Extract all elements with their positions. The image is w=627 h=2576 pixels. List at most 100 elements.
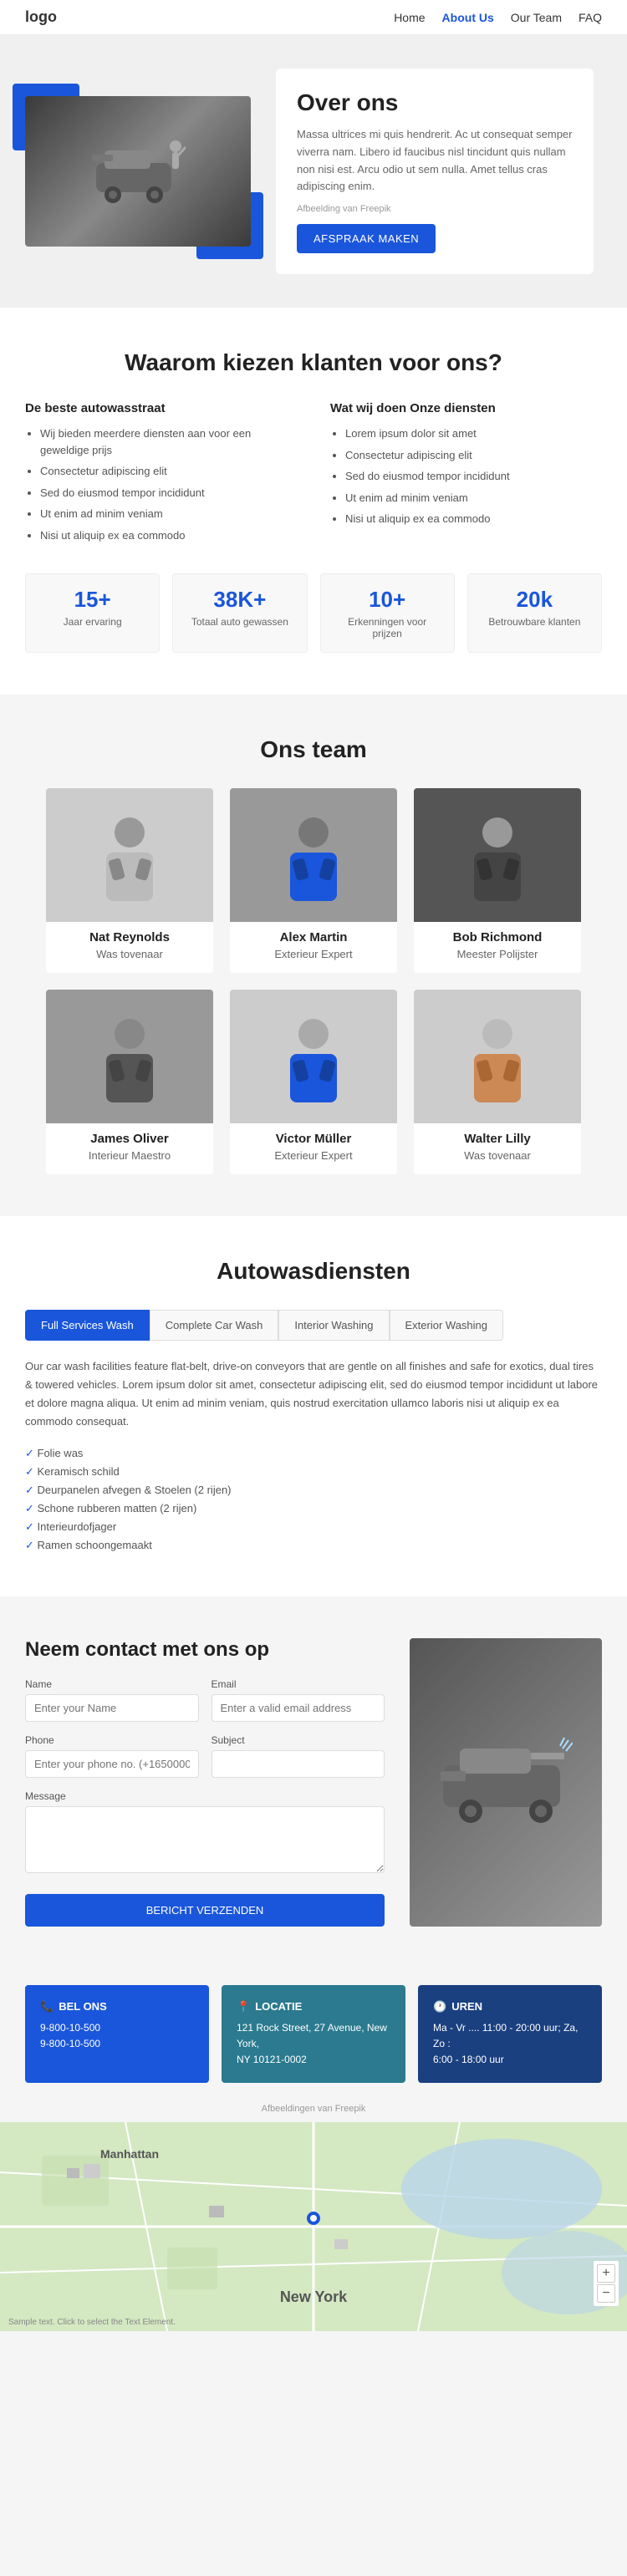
info-box-phone-title: 📞 BEL ONS: [40, 2000, 194, 2013]
contact-title: Neem contact met ons op: [25, 1638, 385, 1662]
message-textarea[interactable]: [25, 1806, 385, 1873]
list-item: Wij bieden meerdere diensten aan voor ee…: [40, 425, 297, 458]
team-member-role: Exterieur Expert: [230, 1149, 397, 1162]
why-col2-title: Wat wij doen Onze diensten: [330, 401, 602, 415]
phone-input[interactable]: [25, 1750, 199, 1778]
team-member-role: Exterieur Expert: [230, 948, 397, 960]
list-item: Ut enim ad minim veniam: [345, 490, 602, 507]
info-box-location-text: 121 Rock Street, 27 Avenue, New York, NY…: [237, 2020, 390, 2069]
team-member-role: Was tovenaar: [46, 948, 213, 960]
list-item: Consectetur adipiscing elit: [40, 463, 297, 480]
team-member-name: Alex Martin: [230, 930, 397, 944]
why-section: Waarom kiezen klanten voor ons? De beste…: [0, 308, 627, 695]
why-col1-list: Wij bieden meerdere diensten aan voor ee…: [25, 425, 297, 543]
services-title: Autowasdiensten: [25, 1258, 602, 1285]
team-member-name: Victor Müller: [230, 1132, 397, 1146]
hero-image-inner: [25, 96, 251, 247]
clock-icon: 🕐: [433, 2000, 446, 2013]
team-card-walter: Walter Lilly Was tovenaar: [414, 990, 581, 1174]
why-grid: De beste autowasstraat Wij bieden meerde…: [25, 401, 602, 548]
list-item: Deurpanelen afvegen & Stoelen (2 rijen): [25, 1481, 602, 1499]
why-col1-title: De beste autowasstraat: [25, 401, 297, 415]
tab-interior[interactable]: Interior Washing: [278, 1310, 389, 1341]
services-description: Our car wash facilities feature flat-bel…: [25, 1357, 602, 1431]
list-item: Keramisch schild: [25, 1463, 602, 1481]
map-city-label: New York: [280, 2288, 347, 2306]
stat-clients-label: Betrouwbare klanten: [481, 616, 589, 628]
team-card-alex: Alex Martin Exterieur Expert: [230, 788, 397, 973]
why-col-1: De beste autowasstraat Wij bieden meerde…: [25, 401, 297, 548]
hero-description: Massa ultrices mi quis hendrerit. Ac ut …: [297, 126, 573, 196]
info-box-location: 📍 LOCATIE 121 Rock Street, 27 Avenue, Ne…: [222, 1985, 405, 2084]
email-input[interactable]: [212, 1694, 385, 1722]
team-card-james: James Oliver Interieur Maestro: [46, 990, 213, 1174]
hero-image: [25, 96, 251, 247]
team-card-nat: Nat Reynolds Was tovenaar: [46, 788, 213, 973]
tab-exterior[interactable]: Exterior Washing: [390, 1310, 504, 1341]
list-item: Ramen schoongemaakt: [25, 1536, 602, 1555]
tab-full-services[interactable]: Full Services Wash: [25, 1310, 150, 1341]
contact-inner: Neem contact met ons op Name Email Phone…: [25, 1638, 602, 1927]
list-item: Schone rubberen matten (2 rijen): [25, 1499, 602, 1518]
nav-links: Home About Us Our Team FAQ: [394, 11, 602, 24]
team-grid: Nat Reynolds Was tovenaar Alex Martin Ex…: [25, 788, 602, 1174]
info-box-hours-text: Ma - Vr .... 11:00 - 20:00 uur; Za, Zo :…: [433, 2020, 587, 2069]
subject-input[interactable]: [212, 1750, 385, 1778]
stat-awards-label: Erkenningen voor prijzen: [334, 616, 441, 639]
info-box-location-title: 📍 LOCATIE: [237, 2000, 390, 2013]
stat-washed: 38K+ Totaal auto gewassen: [172, 573, 307, 653]
list-item: Sed do eiusmod tempor incididunt: [345, 468, 602, 485]
map-zoom-out[interactable]: −: [597, 2284, 615, 2303]
nav-faq[interactable]: FAQ: [579, 11, 602, 24]
stats-row: 15+ Jaar ervaring 38K+ Totaal auto gewas…: [25, 573, 602, 653]
team-photo-nat: [46, 788, 213, 922]
team-title: Ons team: [25, 736, 602, 763]
hero-cta-button[interactable]: AFSPRAAK MAKEN: [297, 224, 436, 253]
contact-form: Neem contact met ons op Name Email Phone…: [25, 1638, 385, 1927]
info-box-hours: 🕐 UREN Ma - Vr .... 11:00 - 20:00 uur; Z…: [418, 1985, 602, 2084]
stat-washed-label: Totaal auto gewassen: [186, 616, 293, 628]
form-row-name-email: Name Email: [25, 1678, 385, 1722]
why-col-2: Wat wij doen Onze diensten Lorem ipsum d…: [330, 401, 602, 548]
contact-section: Neem contact met ons op Name Email Phone…: [0, 1596, 627, 1968]
nav-team[interactable]: Our Team: [511, 11, 562, 24]
info-box-phone: 📞 BEL ONS 9-800-10-500 9-800-10-500: [25, 1985, 209, 2084]
hero-section: Over ons Massa ultrices mi quis hendreri…: [0, 35, 627, 308]
freepik-note: Afbeeldingen van Freepik: [0, 2100, 627, 2122]
stat-experience: 15+ Jaar ervaring: [25, 573, 160, 653]
name-label: Name: [25, 1678, 199, 1690]
team-member-name: Walter Lilly: [414, 1132, 581, 1146]
submit-button[interactable]: BERICHT VERZENDEN: [25, 1894, 385, 1927]
team-photo-james: [46, 990, 213, 1123]
form-group-name: Name: [25, 1678, 199, 1722]
team-member-role: Interieur Maestro: [46, 1149, 213, 1162]
info-box-hours-title: 🕐 UREN: [433, 2000, 587, 2013]
team-photo-bob: [414, 788, 581, 922]
form-group-message: Message: [25, 1790, 385, 1873]
team-member-role: Was tovenaar: [414, 1149, 581, 1162]
map-zoom-controls: + −: [594, 2261, 619, 2306]
nav-about[interactable]: About Us: [442, 11, 494, 24]
name-input[interactable]: [25, 1694, 199, 1722]
map-zoom-in[interactable]: +: [597, 2264, 615, 2283]
team-photo-walter: [414, 990, 581, 1123]
tab-complete-car[interactable]: Complete Car Wash: [150, 1310, 279, 1341]
form-group-subject: Subject: [212, 1734, 385, 1778]
info-box-phone-text: 9-800-10-500 9-800-10-500: [40, 2020, 194, 2052]
map-background: New York Manhattan + − Sample text. Clic…: [0, 2122, 627, 2331]
nav-home[interactable]: Home: [394, 11, 425, 24]
services-list: Folie was Keramisch schild Deurpanelen a…: [25, 1444, 602, 1555]
contact-image: [410, 1638, 602, 1927]
form-group-phone: Phone: [25, 1734, 199, 1778]
hero-title: Over ons: [297, 89, 573, 116]
phone-icon: 📞: [40, 2000, 54, 2013]
list-item: Nisi ut aliquip ex ea commodo: [40, 527, 297, 544]
hero-image-credit: Afbeelding van Freepik: [297, 204, 573, 214]
team-member-role: Meester Polijster: [414, 948, 581, 960]
subject-label: Subject: [212, 1734, 385, 1746]
team-member-name: Nat Reynolds: [46, 930, 213, 944]
navbar: logo Home About Us Our Team FAQ: [0, 0, 627, 35]
hero-image-wrapper: [25, 96, 251, 247]
why-col2-list: Lorem ipsum dolor sit amet Consectetur a…: [330, 425, 602, 527]
list-item: Sed do eiusmod tempor incididunt: [40, 485, 297, 501]
